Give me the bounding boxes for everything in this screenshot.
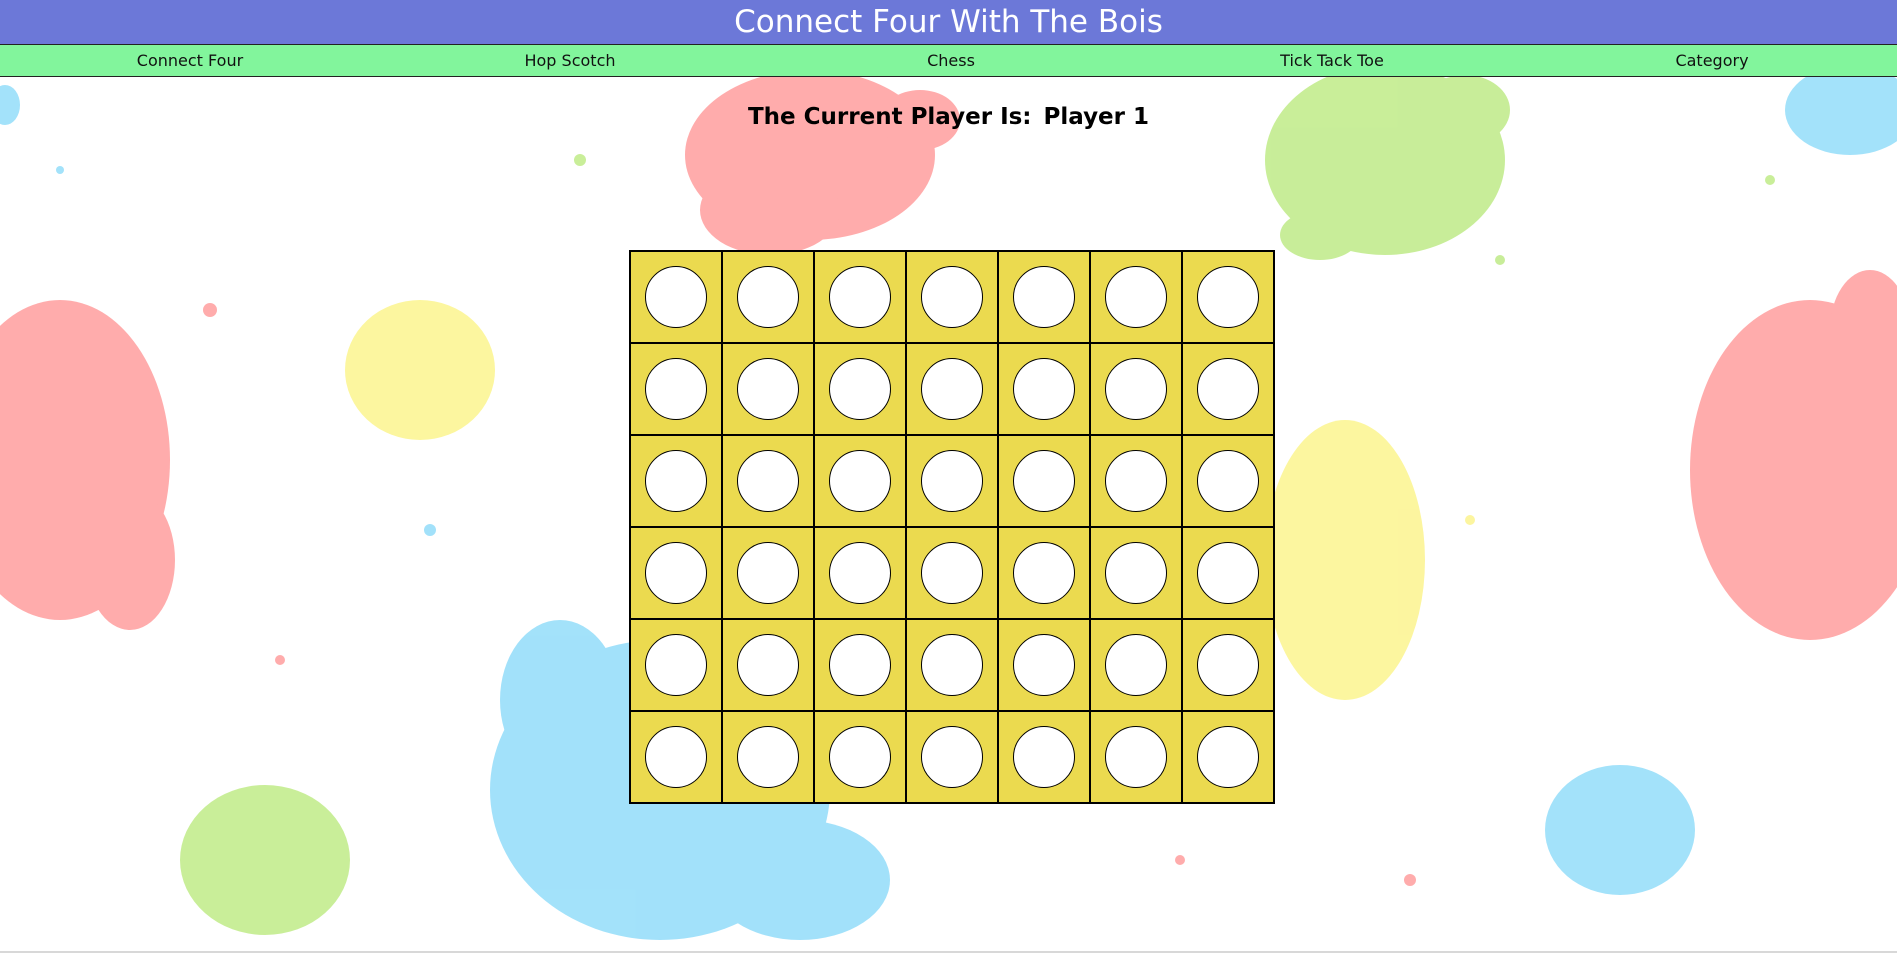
- board-slot-disc: [921, 634, 983, 696]
- board-cell[interactable]: [722, 251, 814, 343]
- board-slot-disc: [1013, 266, 1075, 328]
- connect-four-board: [629, 250, 1275, 804]
- board-cell[interactable]: [1090, 527, 1182, 619]
- board-cell[interactable]: [630, 251, 722, 343]
- board-cell[interactable]: [906, 251, 998, 343]
- board-cell[interactable]: [722, 711, 814, 803]
- board-cell[interactable]: [906, 343, 998, 435]
- board-slot-disc: [1197, 266, 1259, 328]
- board-slot-disc: [1197, 726, 1259, 788]
- board-slot-disc: [1013, 542, 1075, 604]
- board-slot-disc: [829, 358, 891, 420]
- board-cell[interactable]: [814, 343, 906, 435]
- board-slot-disc: [1105, 266, 1167, 328]
- board-slot-disc: [1013, 358, 1075, 420]
- board-cell[interactable]: [998, 435, 1090, 527]
- board-slot-disc: [645, 542, 707, 604]
- board-slot-disc: [737, 266, 799, 328]
- board-slot-disc: [737, 358, 799, 420]
- board-slot-disc: [829, 266, 891, 328]
- current-player-status: The Current Player Is: Player 1: [0, 104, 1897, 130]
- board-cell[interactable]: [906, 619, 998, 711]
- board-slot-disc: [1197, 450, 1259, 512]
- board-slot-disc: [737, 634, 799, 696]
- board-slot-disc: [1197, 358, 1259, 420]
- board-cell[interactable]: [1182, 527, 1274, 619]
- board-slot-disc: [921, 450, 983, 512]
- current-player-name: Player 1: [1043, 104, 1150, 130]
- nav-connect-four[interactable]: Connect Four: [40, 45, 340, 76]
- board-slot-disc: [1013, 634, 1075, 696]
- board-cell[interactable]: [998, 619, 1090, 711]
- board-cell[interactable]: [630, 527, 722, 619]
- nav-tick-tack-toe[interactable]: Tick Tack Toe: [1182, 45, 1482, 76]
- board-cell[interactable]: [630, 343, 722, 435]
- board-cell[interactable]: [1182, 343, 1274, 435]
- board-cell[interactable]: [1090, 435, 1182, 527]
- board-cell[interactable]: [630, 619, 722, 711]
- board-slot-disc: [1105, 358, 1167, 420]
- board-slot-disc: [1013, 450, 1075, 512]
- board-cell[interactable]: [630, 711, 722, 803]
- nav-category[interactable]: Category: [1562, 45, 1862, 76]
- board-slot-disc: [645, 266, 707, 328]
- nav-hop-scotch[interactable]: Hop Scotch: [420, 45, 720, 76]
- board-slot-disc: [1197, 634, 1259, 696]
- board-cell[interactable]: [814, 527, 906, 619]
- board-slot-disc: [737, 450, 799, 512]
- board-cell[interactable]: [998, 527, 1090, 619]
- board-cell[interactable]: [722, 527, 814, 619]
- board-slot-disc: [829, 450, 891, 512]
- board-slot-disc: [921, 542, 983, 604]
- board-cell[interactable]: [1182, 711, 1274, 803]
- board-cell[interactable]: [1182, 251, 1274, 343]
- page-title: Connect Four With The Bois: [734, 4, 1163, 40]
- board-slot-disc: [737, 726, 799, 788]
- board-cell[interactable]: [998, 711, 1090, 803]
- board-cell[interactable]: [814, 619, 906, 711]
- board-cell[interactable]: [1090, 619, 1182, 711]
- board-slot-disc: [829, 542, 891, 604]
- board-slot-disc: [921, 358, 983, 420]
- board-slot-disc: [645, 450, 707, 512]
- board-cell[interactable]: [998, 343, 1090, 435]
- board-cell[interactable]: [906, 435, 998, 527]
- board-slot-disc: [645, 634, 707, 696]
- main-navbar: Connect Four Hop Scotch Chess Tick Tack …: [0, 44, 1897, 77]
- board-cell[interactable]: [1090, 711, 1182, 803]
- page-header: Connect Four With The Bois: [0, 0, 1897, 44]
- board-slot-disc: [921, 726, 983, 788]
- board-cell[interactable]: [906, 527, 998, 619]
- board-slot-disc: [1197, 542, 1259, 604]
- board-slot-disc: [645, 358, 707, 420]
- board-slot-disc: [1013, 726, 1075, 788]
- board-slot-disc: [1105, 542, 1167, 604]
- board-cell[interactable]: [814, 711, 906, 803]
- board-slot-disc: [1105, 634, 1167, 696]
- board-cell[interactable]: [814, 251, 906, 343]
- board-slot-disc: [645, 726, 707, 788]
- board-cell[interactable]: [630, 435, 722, 527]
- nav-chess[interactable]: Chess: [801, 45, 1101, 76]
- board-cell[interactable]: [998, 251, 1090, 343]
- board-cell[interactable]: [1090, 343, 1182, 435]
- board-cell[interactable]: [814, 435, 906, 527]
- board-slot-disc: [921, 266, 983, 328]
- board-cell[interactable]: [1090, 251, 1182, 343]
- board-slot-disc: [1105, 450, 1167, 512]
- board-slot-disc: [829, 634, 891, 696]
- board-cell[interactable]: [722, 619, 814, 711]
- board-slot-disc: [737, 542, 799, 604]
- board-slot-disc: [829, 726, 891, 788]
- board-slot-disc: [1105, 726, 1167, 788]
- board-cell[interactable]: [906, 711, 998, 803]
- board-cell[interactable]: [1182, 619, 1274, 711]
- board-cell[interactable]: [1182, 435, 1274, 527]
- board-cell[interactable]: [722, 343, 814, 435]
- board-cell[interactable]: [722, 435, 814, 527]
- current-player-label: The Current Player Is:: [747, 104, 1032, 130]
